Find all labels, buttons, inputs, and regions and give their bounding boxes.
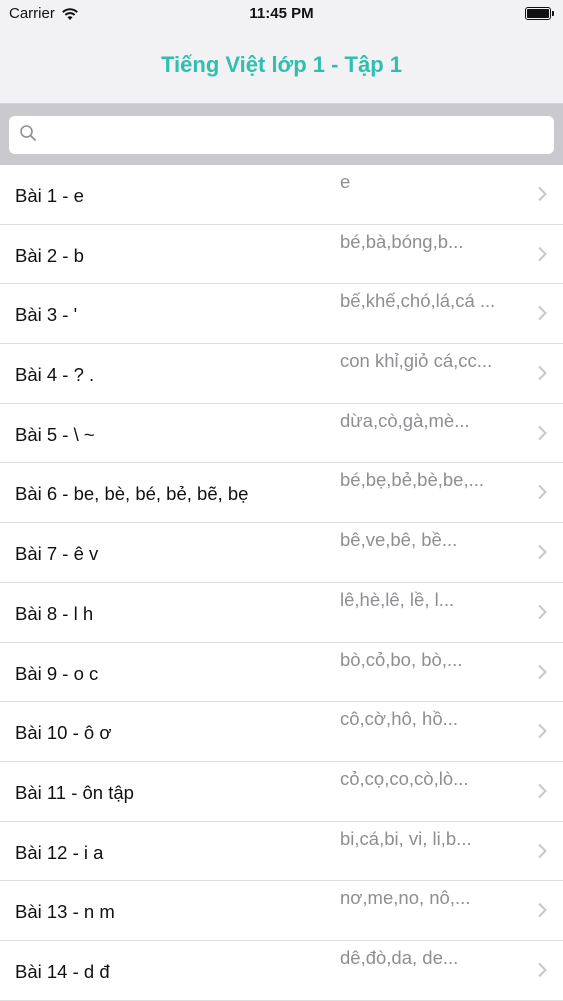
lesson-row[interactable]: Bài 9 - o c bò,cỏ,bo, bò,... [0, 643, 563, 703]
lesson-subtitle: bê,ve,bê, bề... [340, 529, 458, 551]
lesson-title: Bài 14 - d đ [15, 960, 110, 982]
lesson-subtitle: bi,cá,bi, vi, li,b... [340, 827, 472, 849]
lesson-row[interactable]: Bài 11 - ôn tập cỏ,cọ,co,cò,lò... [0, 762, 563, 822]
chevron-right-icon [538, 723, 547, 739]
chevron-right-icon [538, 306, 547, 321]
page-title: Tiếng Việt lớp 1 - Tập 1 [161, 52, 402, 77]
lesson-title: Bài 13 - n m [15, 901, 115, 923]
search-icon [20, 125, 36, 141]
lesson-title: Bài 1 - e [15, 185, 84, 206]
lesson-subtitle: cỏ,cọ,co,cò,lò... [340, 767, 469, 789]
lesson-title: Bài 2 - b [15, 244, 84, 266]
lesson-row[interactable]: Bài 10 - ô ơ cô,cờ,hô, hồ... [0, 702, 563, 762]
lesson-row[interactable]: Bài 12 - i a bi,cá,bi, vi, li,b... [0, 822, 563, 882]
lesson-row[interactable]: Bài 2 - b bé,bà,bóng,b... [0, 225, 563, 285]
search-input[interactable] [9, 116, 554, 154]
lesson-title: Bài 3 - ' [15, 304, 78, 326]
battery-icon [525, 7, 554, 20]
lesson-title: Bài 8 - l h [15, 602, 94, 624]
lesson-row[interactable]: Bài 8 - l h lê,hè,lê, lề, l... [0, 583, 563, 643]
chevron-right-icon [538, 843, 547, 858]
lesson-subtitle: bé,bà,bóng,b... [340, 230, 464, 252]
lesson-row[interactable]: Bài 5 - \ ~ dừa,cò,gà,mè... [0, 404, 563, 464]
lesson-subtitle: nơ,me,no, nô,... [340, 887, 471, 909]
navigation-bar: Tiếng Việt lớp 1 - Tập 1 [0, 30, 563, 104]
lesson-title: Bài 11 - ôn tập [15, 781, 134, 803]
chevron-right-icon [538, 544, 547, 560]
lesson-subtitle: bé,bẹ,bẻ,bè,be,... [340, 469, 485, 491]
lesson-title: Bài 5 - \ ~ [15, 423, 95, 445]
chevron-right-icon [538, 604, 547, 620]
lesson-title: Bài 9 - o c [15, 662, 99, 684]
chevron-right-icon [538, 962, 547, 978]
chevron-right-icon [538, 783, 547, 799]
lesson-title: Bài 6 - be, bè, bé, bẻ, bẽ, bẹ [15, 483, 249, 505]
search-bar [0, 104, 563, 165]
chevron-right-icon [538, 664, 547, 679]
lesson-subtitle: bò,cỏ,bo, bò,... [340, 648, 463, 670]
lesson-subtitle: dê,đò,da, de... [340, 946, 459, 968]
lesson-list: Bài 1 - e e Bài 2 - b bé,bà,bóng,b... Bài 3 … [0, 165, 563, 1001]
lesson-title: Bài 12 - i a [15, 841, 104, 863]
chevron-right-icon [538, 186, 547, 202]
lesson-subtitle: con khỉ,giỏ cá,cc... [340, 350, 493, 372]
lesson-subtitle: lê,hè,lê, lề, l... [340, 588, 455, 610]
lesson-row[interactable]: Bài 7 - ê v bê,ve,bê, bề... [0, 523, 563, 583]
lesson-row[interactable]: Bài 1 - e e [0, 165, 563, 225]
chevron-right-icon [538, 903, 547, 918]
lesson-row[interactable]: Bài 6 - be, bè, bé, bẻ, bẽ, bẹ bé,bẹ,bẻ,b… [0, 463, 563, 524]
chevron-right-icon [538, 246, 547, 261]
lesson-row[interactable]: Bài 14 - d đ dê,đò,da, de... [0, 941, 563, 1001]
lesson-subtitle: e [340, 171, 351, 192]
status-bar: Carrier 11:45 PM [0, 0, 563, 30]
lesson-title: Bài 7 - ê v [15, 543, 99, 565]
lesson-subtitle: dừa,cò,gà,mè... [340, 409, 470, 431]
lesson-row[interactable]: Bài 13 - n m nơ,me,no, nô,... [0, 881, 563, 941]
chevron-right-icon [538, 425, 547, 440]
lesson-title: Bài 10 - ô ơ [15, 722, 112, 744]
status-time: 11:45 PM [249, 5, 314, 22]
chevron-right-icon [538, 365, 547, 381]
lesson-row[interactable]: Bài 3 - ' bế,khế,chó,lá,cá ... [0, 284, 563, 345]
lesson-title: Bài 4 - ? . [15, 364, 95, 386]
chevron-right-icon [538, 485, 547, 500]
lesson-row[interactable]: Bài 4 - ? . con khỉ,giỏ cá,cc... [0, 344, 563, 404]
lesson-subtitle: bế,khế,chó,lá,cá ... [340, 290, 496, 312]
lesson-subtitle: cô,cờ,hô, hồ... [340, 708, 459, 730]
